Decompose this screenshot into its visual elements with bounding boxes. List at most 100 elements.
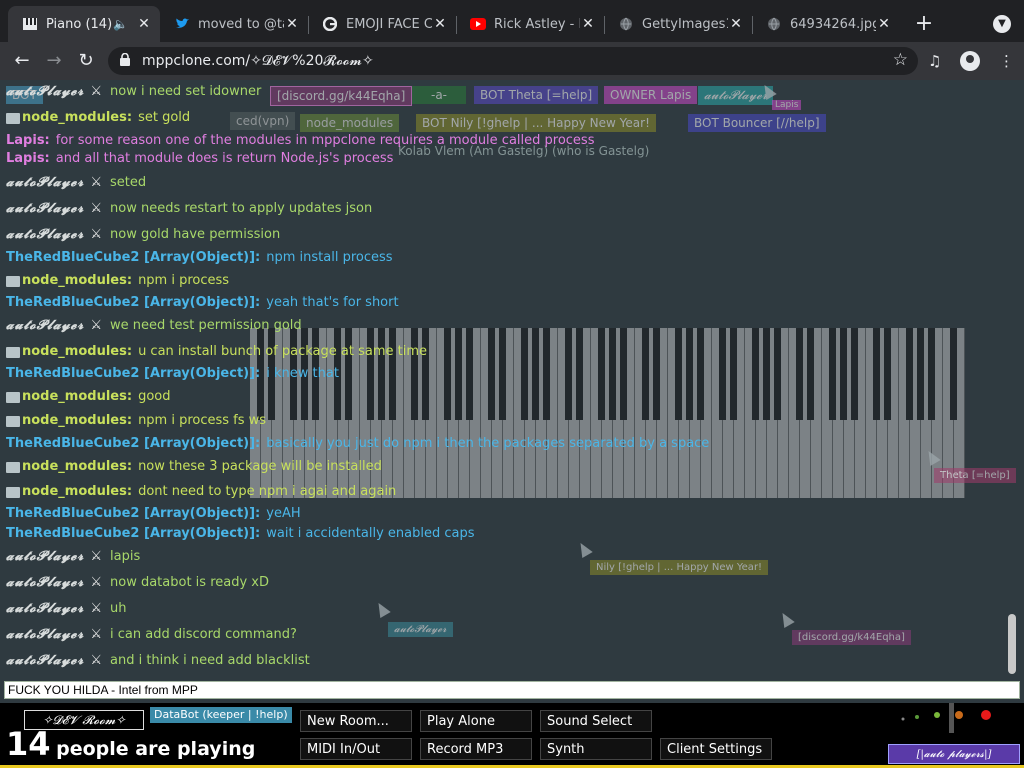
tab-emoji[interactable]: EMOJI FACE C ✕ — [308, 8, 456, 40]
black-key[interactable] — [345, 328, 352, 420]
tab-twitter[interactable]: moved to @tay ✕ — [160, 8, 308, 40]
black-key[interactable] — [576, 328, 583, 420]
chat-username[interactable]: TheRedBlueCube2 [Array(Object)]: — [6, 436, 260, 451]
black-key[interactable] — [565, 328, 572, 420]
black-key[interactable] — [686, 328, 693, 420]
tab-youtube[interactable]: Rick Astley - N ✕ — [456, 8, 604, 40]
sound-select-button[interactable]: Sound Select — [540, 710, 652, 732]
chat-username[interactable]: node_modules: — [22, 484, 132, 499]
chat-username[interactable]: 𝓪𝓾𝓽𝓸𝓟𝓵𝓪𝔂𝓮𝓻 — [6, 318, 84, 333]
black-key[interactable] — [829, 328, 836, 420]
tab-search-icon[interactable]: ▼ — [993, 15, 1011, 33]
black-key[interactable] — [532, 328, 539, 420]
chat-username[interactable]: Lapis: — [6, 133, 50, 148]
chat-username[interactable]: 𝓪𝓾𝓽𝓸𝓟𝓵𝓪𝔂𝓮𝓻 — [6, 227, 84, 242]
black-key[interactable] — [389, 328, 396, 420]
black-key[interactable] — [466, 328, 473, 420]
bookmark-star-icon[interactable]: ☆ — [893, 50, 908, 70]
black-key[interactable] — [488, 328, 495, 420]
chat-username[interactable]: Lapis: — [6, 151, 50, 166]
black-key[interactable] — [422, 328, 429, 420]
chat-username[interactable]: TheRedBlueCube2 [Array(Object)]: — [6, 295, 260, 310]
chat-username[interactable]: TheRedBlueCube2 [Array(Object)]: — [6, 506, 260, 521]
black-key[interactable] — [444, 328, 451, 420]
black-key[interactable] — [807, 328, 814, 420]
close-tab-icon[interactable]: ✕ — [876, 16, 892, 32]
new-room-button[interactable]: New Room... — [300, 710, 412, 732]
black-key[interactable] — [675, 328, 682, 420]
black-key[interactable] — [796, 328, 803, 420]
synth-button[interactable]: Synth — [540, 738, 652, 760]
media-control-icon[interactable]: ♫ — [928, 52, 941, 70]
play-alone-button[interactable]: Play Alone — [420, 710, 532, 732]
chat-username[interactable]: 𝓪𝓾𝓽𝓸𝓟𝓵𝓪𝔂𝓮𝓻 — [6, 549, 84, 564]
close-tab-icon[interactable]: ✕ — [432, 16, 448, 32]
chat-username[interactable]: node_modules: — [22, 344, 132, 359]
chat-username[interactable]: 𝓪𝓾𝓽𝓸𝓟𝓵𝓪𝔂𝓮𝓻 — [6, 627, 84, 642]
user-name-badge[interactable]: [|𝓪𝓾𝓽𝓸 𝓹𝓵𝓪𝔂𝓮𝓻𝓼|] — [888, 744, 1020, 764]
black-key[interactable] — [697, 328, 704, 420]
black-key[interactable] — [499, 328, 506, 420]
chat-username[interactable]: 𝓪𝓾𝓽𝓸𝓟𝓵𝓪𝔂𝓮𝓻 — [6, 84, 84, 99]
chat-username[interactable]: 𝓪𝓾𝓽𝓸𝓟𝓵𝓪𝔂𝓮𝓻 — [6, 175, 84, 190]
new-tab-button[interactable]: + — [913, 13, 935, 35]
black-key[interactable] — [455, 328, 462, 420]
black-key[interactable] — [873, 328, 880, 420]
chat-username[interactable]: node_modules: — [22, 413, 132, 428]
chat-message: Lapis: and all that module does is return… — [6, 151, 393, 166]
black-key[interactable] — [598, 328, 605, 420]
close-tab-icon[interactable]: ✕ — [580, 16, 596, 32]
menu-kebab-icon[interactable]: ⋮ — [999, 52, 1014, 70]
chat-username[interactable]: 𝓪𝓾𝓽𝓸𝓟𝓵𝓪𝔂𝓮𝓻 — [6, 601, 84, 616]
chat-username[interactable]: 𝓪𝓾𝓽𝓸𝓟𝓵𝓪𝔂𝓮𝓻 — [6, 575, 84, 590]
black-key[interactable] — [730, 328, 737, 420]
black-key[interactable] — [521, 328, 528, 420]
client-settings-button[interactable]: Client Settings — [660, 738, 772, 760]
black-key[interactable] — [928, 328, 935, 420]
black-key[interactable] — [906, 328, 913, 420]
black-key[interactable] — [543, 328, 550, 420]
black-key[interactable] — [719, 328, 726, 420]
chat-input[interactable] — [4, 681, 1020, 699]
address-bar[interactable]: mppclone.com/✧𝓓𝓔𝓥%20𝓡𝓸𝓸𝓶✧ ☆ — [108, 47, 918, 75]
midi-button[interactable]: MIDI In/Out — [300, 738, 412, 760]
tab-gettyimages[interactable]: GettyImages10 ✕ — [604, 8, 752, 40]
black-key[interactable] — [411, 328, 418, 420]
chat-username[interactable]: 𝓪𝓾𝓽𝓸𝓟𝓵𝓪𝔂𝓮𝓻 — [6, 201, 84, 216]
chat-username[interactable]: TheRedBlueCube2 [Array(Object)]: — [6, 526, 260, 541]
black-key[interactable] — [752, 328, 759, 420]
back-icon[interactable]: ← — [11, 50, 33, 72]
black-key[interactable] — [653, 328, 660, 420]
black-key[interactable] — [609, 328, 616, 420]
black-key[interactable] — [950, 328, 957, 420]
chat-username[interactable]: node_modules: — [22, 273, 132, 288]
forward-icon[interactable]: → — [43, 50, 65, 72]
chat-scrollbar-thumb[interactable] — [1008, 614, 1016, 674]
chat-username[interactable]: TheRedBlueCube2 [Array(Object)]: — [6, 250, 260, 265]
black-key[interactable] — [642, 328, 649, 420]
speaker-icon[interactable]: 🔈 — [113, 17, 128, 31]
chat-username[interactable]: node_modules: — [22, 389, 132, 404]
tab-piano[interactable]: Piano (14) 🔈 ✕ — [8, 6, 160, 42]
close-tab-icon[interactable]: ✕ — [284, 16, 300, 32]
reload-icon[interactable]: ↻ — [75, 50, 97, 72]
chat-username[interactable]: node_modules: — [22, 110, 132, 125]
profile-avatar-icon[interactable] — [960, 51, 980, 71]
chat-username[interactable]: TheRedBlueCube2 [Array(Object)]: — [6, 366, 260, 381]
tab-jpg[interactable]: 64934264.jpg ✕ — [752, 8, 900, 40]
chat-scrollbar[interactable] — [1006, 80, 1018, 678]
black-key[interactable] — [378, 328, 385, 420]
close-tab-icon[interactable]: ✕ — [136, 16, 152, 32]
chat-username[interactable]: node_modules: — [22, 459, 132, 474]
black-key[interactable] — [851, 328, 858, 420]
black-key[interactable] — [917, 328, 924, 420]
black-key[interactable] — [763, 328, 770, 420]
black-key[interactable] — [774, 328, 781, 420]
black-key[interactable] — [840, 328, 847, 420]
record-mp3-button[interactable]: Record MP3 — [420, 738, 532, 760]
black-key[interactable] — [620, 328, 627, 420]
chat-username[interactable]: 𝓪𝓾𝓽𝓸𝓟𝓵𝓪𝔂𝓮𝓻 — [6, 653, 84, 668]
close-tab-icon[interactable]: ✕ — [728, 16, 744, 32]
black-key[interactable] — [367, 328, 374, 420]
black-key[interactable] — [884, 328, 891, 420]
